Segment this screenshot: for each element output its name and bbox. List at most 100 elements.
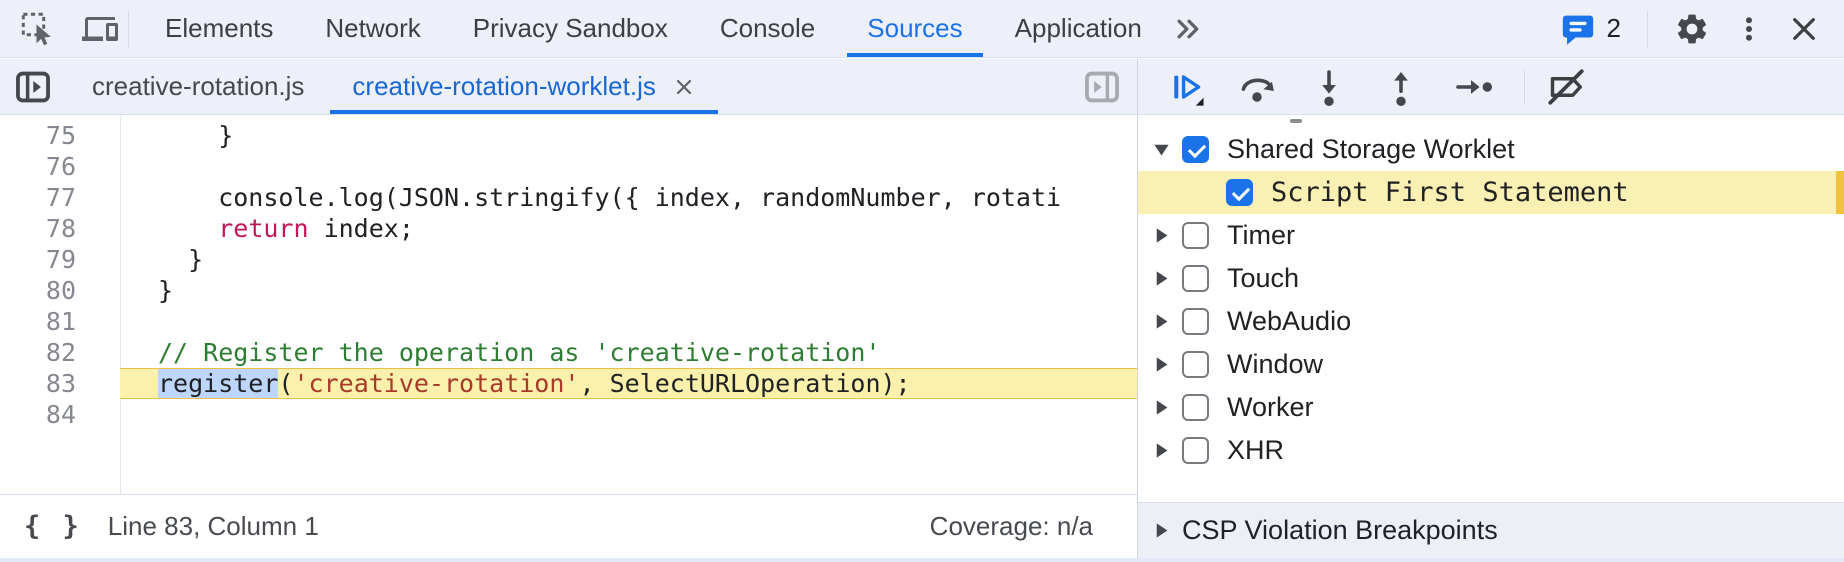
checkbox-webaudio[interactable] — [1182, 308, 1209, 335]
breakpoint-label: Script First Statement — [1271, 177, 1629, 208]
file-tabs: creative-rotation.js creative-rotation-wo… — [68, 59, 720, 114]
breakpoint-row-timer[interactable]: Timer — [1138, 214, 1844, 257]
breakpoint-row-webaudio[interactable]: WebAudio — [1138, 300, 1844, 343]
panel-tabs: ElementsNetworkPrivacy SandboxConsoleSou… — [139, 0, 1168, 57]
breakpoint-label: XHR — [1227, 435, 1284, 466]
inspect-element-icon[interactable] — [20, 11, 56, 47]
devtools-window: ElementsNetworkPrivacy SandboxConsoleSou… — [0, 0, 1844, 562]
breakpoint-label: Window — [1227, 349, 1323, 380]
pretty-print-icon[interactable]: { } — [24, 511, 82, 542]
line-number[interactable]: 83 — [0, 368, 120, 399]
cursor-position: Line 83, Column 1 — [108, 511, 319, 542]
tab-application[interactable]: Application — [989, 0, 1168, 57]
pane-divider[interactable] — [1137, 59, 1138, 562]
line-number[interactable]: 77 — [0, 182, 120, 213]
breakpoint-row-touch[interactable]: Touch — [1138, 257, 1844, 300]
file-tab-creative-rotation-worklet-js[interactable]: creative-rotation-worklet.js — [328, 59, 719, 114]
breakpoint-label: Timer — [1227, 220, 1295, 251]
code-line-78[interactable]: 78 return index; — [0, 213, 1137, 244]
chevron-right-icon[interactable] — [1152, 521, 1182, 540]
tab-close-icon[interactable] — [672, 75, 696, 99]
settings-gear-icon[interactable] — [1674, 11, 1710, 47]
line-number[interactable]: 84 — [0, 399, 120, 430]
chevron-right-icon[interactable] — [1152, 441, 1182, 460]
checkbox-worker[interactable] — [1182, 394, 1209, 421]
breakpoint-label: Worker — [1227, 392, 1314, 423]
device-toolbar-icon[interactable] — [82, 11, 118, 47]
file-tab-bar: creative-rotation.js creative-rotation-wo… — [0, 59, 1137, 115]
checkbox-shared-storage-worklet[interactable] — [1182, 136, 1209, 163]
breakpoint-row-shared-storage-worklet[interactable]: Shared Storage Worklet — [1138, 128, 1844, 171]
tab-privacy-sandbox[interactable]: Privacy Sandbox — [447, 0, 694, 57]
breakpoint-rows: Shared Storage Worklet Script First State… — [1138, 116, 1844, 472]
toolbar-divider — [128, 11, 129, 47]
line-source: console.log(JSON.stringify({ index, rand… — [120, 182, 1137, 213]
csp-section-label: CSP Violation Breakpoints — [1182, 515, 1498, 546]
chevron-right-icon[interactable] — [1152, 355, 1182, 374]
chevron-right-icon[interactable] — [1152, 226, 1182, 245]
chevron-right-icon[interactable] — [1152, 312, 1182, 331]
tab-network[interactable]: Network — [299, 0, 446, 57]
line-number[interactable]: 75 — [0, 120, 120, 151]
deactivate-breakpoints-icon[interactable] — [1543, 64, 1589, 110]
breakpoint-row-window[interactable]: Window — [1138, 343, 1844, 386]
code-editor[interactable]: 75 }7677 console.log(JSON.stringify({ in… — [0, 116, 1137, 494]
file-tab-creative-rotation-js[interactable]: creative-rotation.js — [68, 59, 328, 114]
close-icon[interactable] — [1788, 13, 1820, 45]
checkbox-script-first-statement[interactable] — [1226, 179, 1253, 206]
checkbox-touch[interactable] — [1182, 265, 1209, 292]
breakpoint-label: WebAudio — [1227, 306, 1351, 337]
tab-console[interactable]: Console — [694, 0, 841, 57]
line-number[interactable]: 82 — [0, 337, 120, 368]
code-line-83[interactable]: 83register('creative-rotation', SelectUR… — [0, 368, 1137, 399]
toolbar-divider-2 — [1647, 11, 1648, 47]
step-over-icon[interactable] — [1234, 64, 1280, 110]
more-tabs-icon[interactable] — [1172, 12, 1206, 46]
chevron-right-icon[interactable] — [1152, 398, 1182, 417]
breakpoint-row-script-first-statement[interactable]: Script First Statement — [1138, 171, 1844, 214]
code-line-75[interactable]: 75 } — [0, 120, 1137, 151]
event-listener-breakpoints-panel: Shared Storage Worklet Script First State… — [1138, 116, 1844, 562]
breakpoint-row-worker[interactable]: Worker — [1138, 386, 1844, 429]
code-line-77[interactable]: 77 console.log(JSON.stringify({ index, r… — [0, 182, 1137, 213]
checkbox-timer[interactable] — [1182, 222, 1209, 249]
show-navigator-icon[interactable] — [14, 68, 52, 106]
line-source: } — [120, 120, 1137, 151]
tab-elements[interactable]: Elements — [139, 0, 299, 57]
resume-script-icon[interactable] — [1162, 64, 1208, 110]
line-number[interactable]: 79 — [0, 244, 120, 275]
csp-violation-breakpoints-section[interactable]: CSP Violation Breakpoints — [1138, 502, 1844, 558]
code-line-76[interactable]: 76 — [0, 151, 1137, 182]
line-number[interactable]: 81 — [0, 306, 120, 337]
chevron-right-icon[interactable] — [1152, 269, 1182, 288]
code-line-84[interactable]: 84 — [0, 399, 1137, 430]
code-rows: 75 }7677 console.log(JSON.stringify({ in… — [0, 116, 1137, 430]
code-line-81[interactable]: 81 — [0, 306, 1137, 337]
issues-message-icon[interactable] — [1561, 12, 1595, 46]
window-bottom-edge — [0, 558, 1844, 562]
line-number[interactable]: 80 — [0, 275, 120, 306]
line-source — [120, 306, 1137, 337]
line-source: } — [120, 275, 1137, 306]
line-source — [120, 399, 1137, 430]
scrollbar-highlight-mark — [1836, 171, 1844, 214]
step-icon[interactable] — [1450, 64, 1496, 110]
code-line-80[interactable]: 80} — [0, 275, 1137, 306]
code-line-79[interactable]: 79 } — [0, 244, 1137, 275]
show-debugger-sidebar-icon[interactable] — [1083, 68, 1121, 106]
step-into-icon[interactable] — [1306, 64, 1352, 110]
breakpoint-label: Shared Storage Worklet — [1227, 134, 1515, 165]
code-line-82[interactable]: 82// Register the operation as 'creative… — [0, 337, 1137, 368]
checkbox-xhr[interactable] — [1182, 437, 1209, 464]
step-out-icon[interactable] — [1378, 64, 1424, 110]
line-number[interactable]: 76 — [0, 151, 120, 182]
debugger-toolbar — [1138, 59, 1844, 115]
line-source: return index; — [120, 213, 1137, 244]
chevron-down-icon[interactable] — [1152, 140, 1182, 159]
kebab-menu-icon[interactable] — [1734, 12, 1764, 46]
file-tab-label: creative-rotation-worklet.js — [352, 71, 655, 102]
breakpoint-row-xhr[interactable]: XHR — [1138, 429, 1844, 472]
tab-sources[interactable]: Sources — [841, 0, 988, 57]
checkbox-window[interactable] — [1182, 351, 1209, 378]
line-number[interactable]: 78 — [0, 213, 120, 244]
